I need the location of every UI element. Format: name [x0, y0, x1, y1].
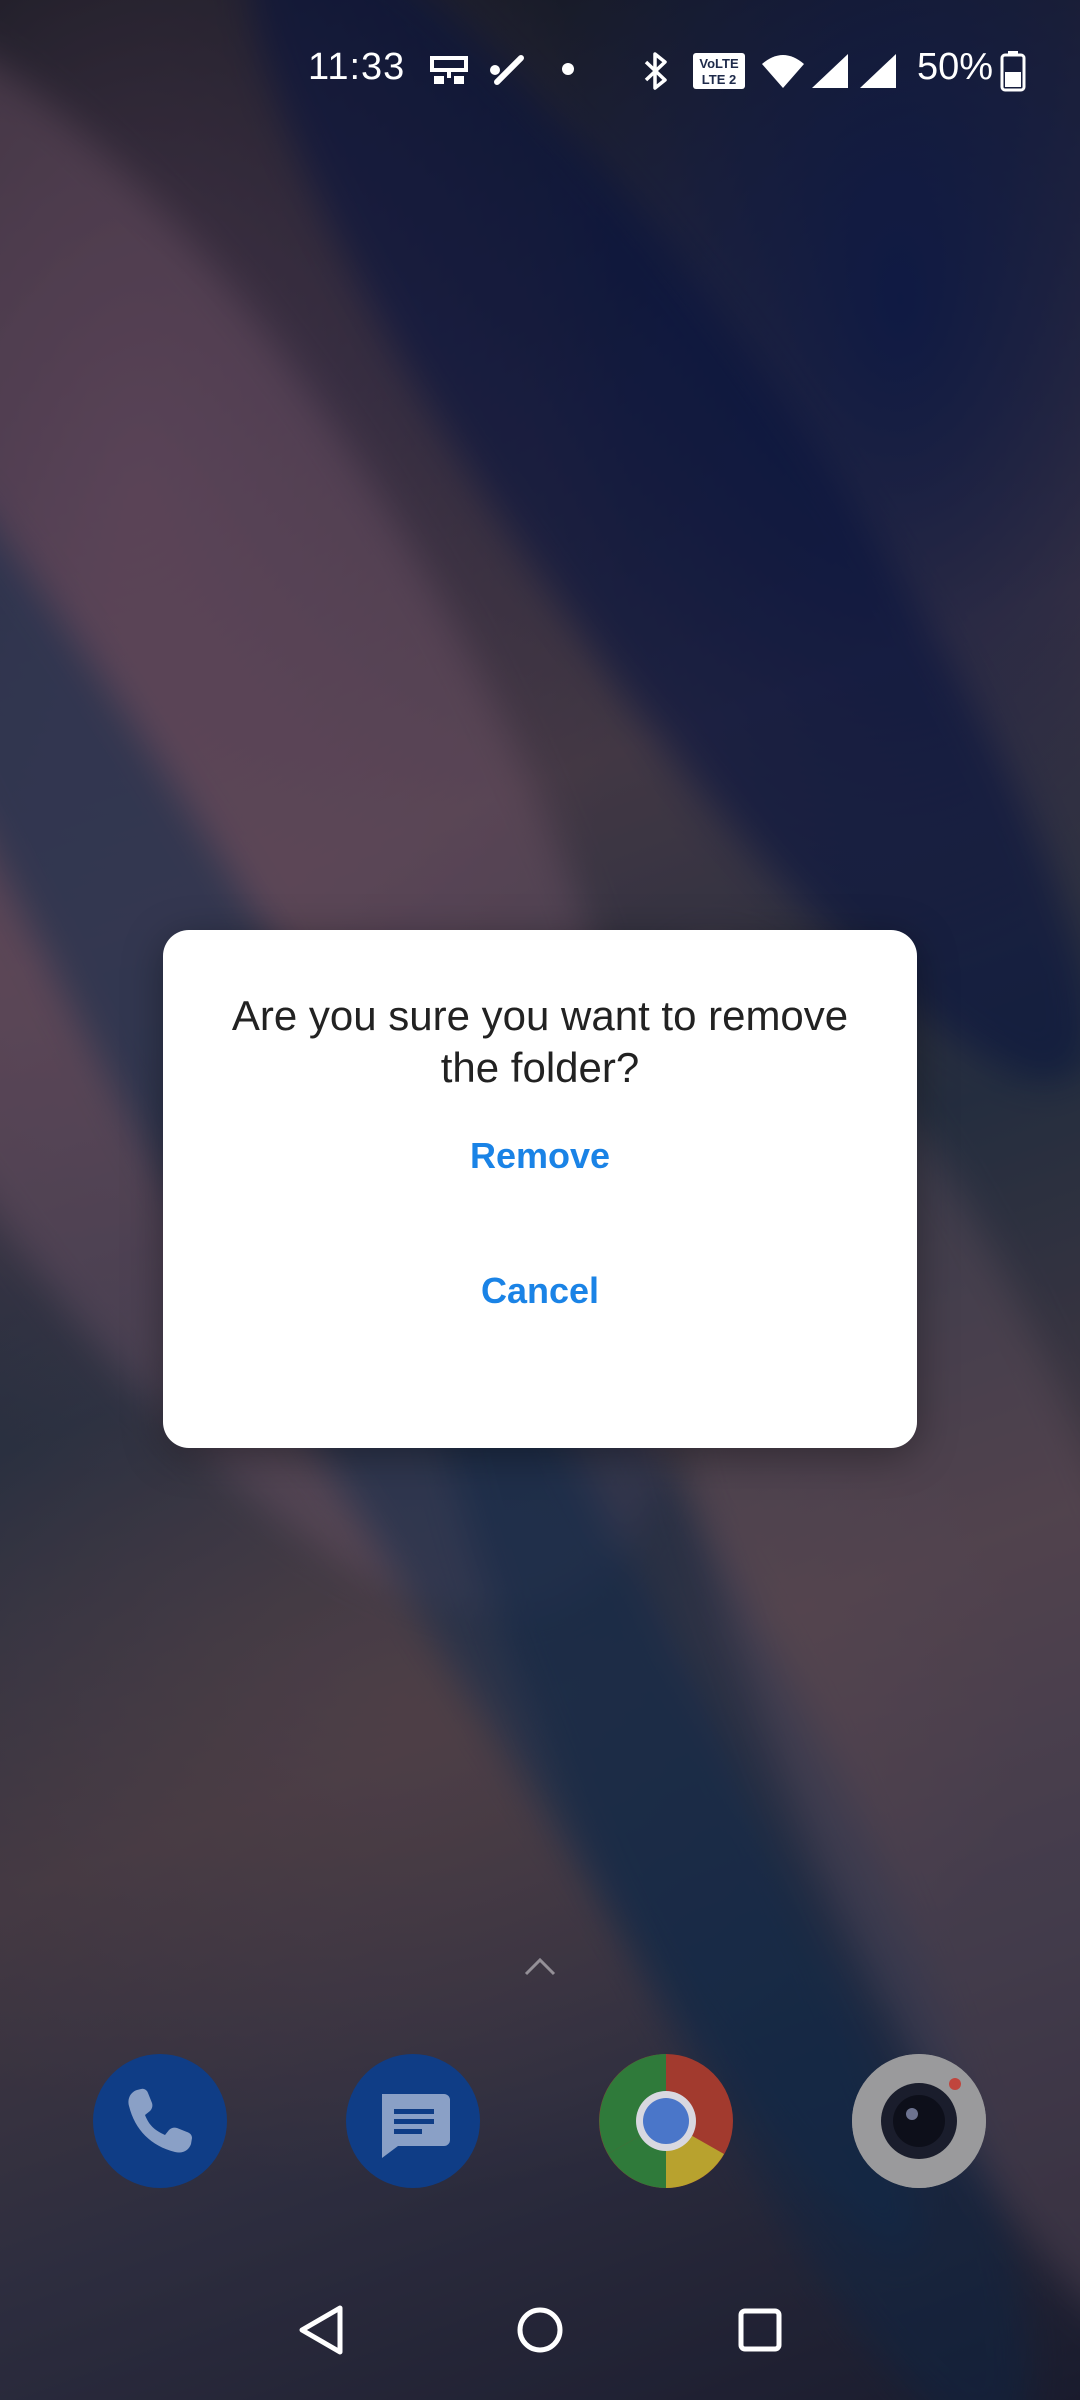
phone-icon: [128, 2088, 192, 2153]
status-bar: 11:33 VoLTE LTE 2 50%: [0, 0, 1080, 140]
svg-text:VoLTE: VoLTE: [699, 56, 739, 71]
message-icon: [382, 2094, 450, 2158]
volte-icon: VoLTE LTE 2: [693, 53, 745, 89]
chrome-app-icon[interactable]: [599, 2054, 733, 2188]
phone-app-icon[interactable]: [93, 2054, 227, 2188]
home-button[interactable]: [510, 2300, 570, 2360]
home-screen: 11:33 VoLTE LTE 2 50% Are you sure you w…: [0, 0, 1080, 2400]
messages-app-icon[interactable]: [346, 2054, 480, 2188]
signal-icon: [812, 54, 848, 88]
wifi-icon: [762, 55, 804, 88]
camera-icon: [852, 2054, 986, 2188]
dialog-message: Are you sure you want to remove the fold…: [231, 992, 849, 1091]
battery-icon: [1000, 51, 1026, 92]
dot-icon: [562, 63, 574, 75]
tools-icon: [490, 55, 524, 85]
status-time: 11:33: [308, 46, 406, 88]
svg-text:LTE 2: LTE 2: [702, 72, 736, 87]
chrome-icon: [599, 2054, 733, 2188]
back-button[interactable]: [292, 2300, 352, 2360]
camera-app-icon[interactable]: [852, 2054, 986, 2188]
recents-button[interactable]: [730, 2300, 790, 2360]
cancel-button[interactable]: Cancel: [163, 1236, 917, 1346]
bluetooth-icon: [644, 52, 667, 90]
chevron-up-icon[interactable]: [522, 1952, 558, 1980]
remove-button[interactable]: Remove: [163, 1101, 917, 1211]
remove-folder-dialog: Are you sure you want to remove the fold…: [163, 930, 917, 1448]
battery-percent: 50%: [917, 46, 994, 88]
signal-icon: [860, 54, 896, 88]
network-icon: [430, 56, 468, 84]
